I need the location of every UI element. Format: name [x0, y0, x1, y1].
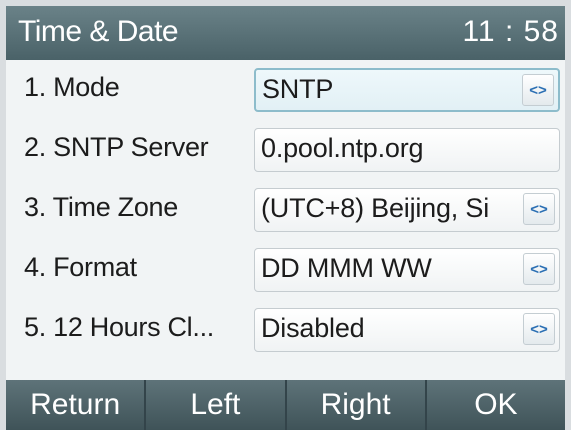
time-zone-value: (UTC+8) Beijing, Si — [261, 193, 490, 223]
setting-row-format[interactable]: 4. Format DD MMM WW <> — [6, 246, 565, 296]
left-right-arrows-icon[interactable]: <> — [523, 253, 555, 285]
right-button[interactable]: Right — [287, 380, 427, 430]
mode-value: SNTP — [262, 74, 334, 104]
setting-label-mode: 1. Mode — [24, 72, 120, 102]
left-right-arrows-icon[interactable]: <> — [523, 313, 555, 345]
setting-row-mode[interactable]: 1. Mode SNTP <> — [6, 66, 565, 116]
title-bar: Time & Date 11 : 58 — [6, 6, 565, 60]
setting-label-sntp-server: 2. SNTP Server — [24, 132, 209, 162]
setting-row-time-zone[interactable]: 3. Time Zone (UTC+8) Beijing, Si <> — [6, 186, 565, 236]
sntp-server-value: 0.pool.ntp.org — [261, 133, 424, 163]
clock: 11 : 58 — [462, 15, 559, 48]
left-button[interactable]: Left — [146, 380, 287, 430]
format-value: DD MMM WW — [261, 253, 432, 283]
mode-field[interactable]: SNTP <> — [254, 68, 560, 112]
page-title: Time & Date — [18, 15, 179, 48]
softkey-bar: Return Left Right OK — [6, 380, 565, 430]
setting-label-format: 4. Format — [24, 252, 137, 282]
left-right-arrows-icon[interactable]: <> — [523, 193, 555, 225]
setting-row-sntp-server[interactable]: 2. SNTP Server 0.pool.ntp.org — [6, 126, 565, 176]
setting-label-12-hours-clock: 5. 12 Hours Cl... — [24, 312, 214, 342]
12-hours-clock-value: Disabled — [261, 313, 365, 343]
sntp-server-input[interactable]: 0.pool.ntp.org — [254, 128, 560, 172]
return-button[interactable]: Return — [6, 380, 147, 430]
format-field[interactable]: DD MMM WW <> — [254, 248, 560, 292]
time-zone-field[interactable]: (UTC+8) Beijing, Si <> — [254, 188, 560, 232]
left-right-arrows-icon[interactable]: <> — [522, 74, 554, 106]
phone-screen: Time & Date 11 : 58 1. Mode SNTP <> 2. S… — [6, 6, 565, 430]
setting-row-12-hours-clock[interactable]: 5. 12 Hours Cl... Disabled <> — [6, 306, 565, 356]
ok-button[interactable]: OK — [427, 380, 565, 430]
12-hours-clock-field[interactable]: Disabled <> — [254, 308, 560, 352]
setting-label-time-zone: 3. Time Zone — [24, 192, 178, 222]
